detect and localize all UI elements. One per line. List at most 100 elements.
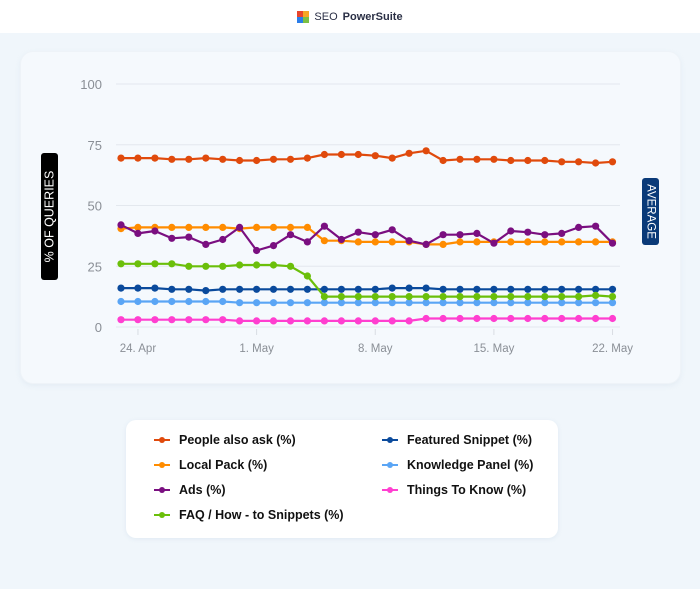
data-point[interactable] bbox=[185, 223, 193, 231]
data-point[interactable] bbox=[303, 299, 311, 307]
data-point[interactable] bbox=[202, 287, 210, 295]
data-point[interactable] bbox=[117, 316, 125, 324]
data-point[interactable] bbox=[490, 285, 498, 293]
data-point[interactable] bbox=[371, 152, 379, 160]
data-point[interactable] bbox=[337, 317, 345, 325]
data-point[interactable] bbox=[422, 293, 430, 301]
data-point[interactable] bbox=[185, 285, 193, 293]
data-point[interactable] bbox=[151, 260, 159, 268]
data-point[interactable] bbox=[439, 314, 447, 323]
data-point[interactable] bbox=[253, 261, 261, 269]
data-point[interactable] bbox=[558, 158, 566, 166]
data-point[interactable] bbox=[219, 285, 227, 293]
data-point[interactable] bbox=[320, 317, 328, 325]
data-point[interactable] bbox=[253, 299, 261, 307]
data-point[interactable] bbox=[151, 227, 159, 235]
data-point[interactable] bbox=[490, 293, 498, 301]
data-point[interactable] bbox=[269, 223, 278, 231]
legend-item[interactable]: FAQ / How - to Snippets (%) bbox=[154, 508, 344, 522]
data-point[interactable] bbox=[439, 231, 447, 239]
data-point[interactable] bbox=[371, 238, 379, 246]
data-point[interactable] bbox=[286, 155, 295, 163]
data-point[interactable] bbox=[151, 284, 159, 292]
data-point[interactable] bbox=[371, 285, 379, 293]
data-point[interactable] bbox=[151, 316, 159, 324]
series-ads[interactable] bbox=[117, 221, 617, 255]
data-point[interactable] bbox=[185, 316, 193, 324]
data-point[interactable] bbox=[422, 314, 430, 323]
data-point[interactable] bbox=[354, 285, 362, 293]
legend-item[interactable]: Ads (%) bbox=[154, 483, 226, 497]
data-point[interactable] bbox=[185, 262, 193, 270]
data-point[interactable] bbox=[456, 293, 464, 301]
data-point[interactable] bbox=[405, 293, 413, 301]
data-point[interactable] bbox=[185, 233, 193, 241]
data-point[interactable] bbox=[219, 155, 227, 163]
data-point[interactable] bbox=[524, 314, 532, 323]
data-point[interactable] bbox=[405, 237, 413, 245]
data-point[interactable] bbox=[320, 150, 328, 159]
data-point[interactable] bbox=[422, 284, 430, 292]
series-local-pack[interactable] bbox=[117, 223, 617, 248]
legend-item[interactable]: Knowledge Panel (%) bbox=[382, 458, 533, 472]
data-point[interactable] bbox=[134, 297, 142, 306]
data-point[interactable] bbox=[558, 293, 566, 301]
data-point[interactable] bbox=[202, 240, 210, 248]
data-point[interactable] bbox=[592, 291, 600, 299]
data-point[interactable] bbox=[269, 285, 278, 293]
data-point[interactable] bbox=[388, 238, 396, 246]
data-point[interactable] bbox=[575, 223, 583, 231]
series-featured-snippet[interactable] bbox=[117, 284, 617, 295]
data-point[interactable] bbox=[575, 285, 583, 293]
legend-item[interactable]: Things To Know (%) bbox=[382, 483, 526, 497]
data-point[interactable] bbox=[608, 285, 617, 293]
data-point[interactable] bbox=[337, 285, 345, 293]
series-people-also-ask[interactable] bbox=[117, 147, 617, 167]
data-point[interactable] bbox=[253, 223, 261, 231]
data-point[interactable] bbox=[168, 297, 176, 306]
data-point[interactable] bbox=[422, 240, 430, 248]
data-point[interactable] bbox=[541, 231, 549, 239]
data-point[interactable] bbox=[286, 262, 295, 270]
data-point[interactable] bbox=[286, 317, 295, 325]
data-point[interactable] bbox=[592, 222, 600, 230]
data-point[interactable] bbox=[253, 317, 261, 325]
data-point[interactable] bbox=[134, 316, 142, 324]
data-point[interactable] bbox=[354, 317, 362, 325]
data-point[interactable] bbox=[507, 227, 515, 235]
data-point[interactable] bbox=[253, 156, 261, 165]
data-point[interactable] bbox=[524, 285, 532, 293]
data-point[interactable] bbox=[575, 314, 583, 323]
data-point[interactable] bbox=[236, 285, 244, 293]
data-point[interactable] bbox=[286, 299, 295, 307]
series-things-to-know[interactable] bbox=[117, 314, 617, 325]
data-point[interactable] bbox=[303, 154, 311, 162]
data-point[interactable] bbox=[473, 285, 481, 293]
data-point[interactable] bbox=[439, 156, 447, 165]
data-point[interactable] bbox=[405, 149, 413, 157]
data-point[interactable] bbox=[320, 293, 328, 301]
data-point[interactable] bbox=[134, 260, 142, 268]
data-point[interactable] bbox=[168, 316, 176, 324]
data-point[interactable] bbox=[202, 297, 210, 306]
data-point[interactable] bbox=[236, 317, 244, 325]
data-point[interactable] bbox=[473, 238, 481, 246]
data-point[interactable] bbox=[524, 156, 532, 165]
data-point[interactable] bbox=[456, 155, 464, 163]
data-point[interactable] bbox=[575, 293, 583, 301]
data-point[interactable] bbox=[456, 238, 464, 246]
data-point[interactable] bbox=[473, 229, 481, 237]
data-point[interactable] bbox=[524, 293, 532, 301]
data-point[interactable] bbox=[236, 156, 244, 165]
data-point[interactable] bbox=[507, 285, 515, 293]
data-point[interactable] bbox=[337, 150, 345, 159]
data-point[interactable] bbox=[202, 223, 210, 231]
data-point[interactable] bbox=[592, 238, 600, 246]
data-point[interactable] bbox=[524, 238, 532, 246]
data-point[interactable] bbox=[558, 229, 566, 237]
data-point[interactable] bbox=[253, 285, 261, 293]
data-point[interactable] bbox=[303, 238, 311, 246]
data-point[interactable] bbox=[320, 237, 328, 245]
data-point[interactable] bbox=[168, 234, 176, 242]
data-point[interactable] bbox=[371, 231, 379, 239]
